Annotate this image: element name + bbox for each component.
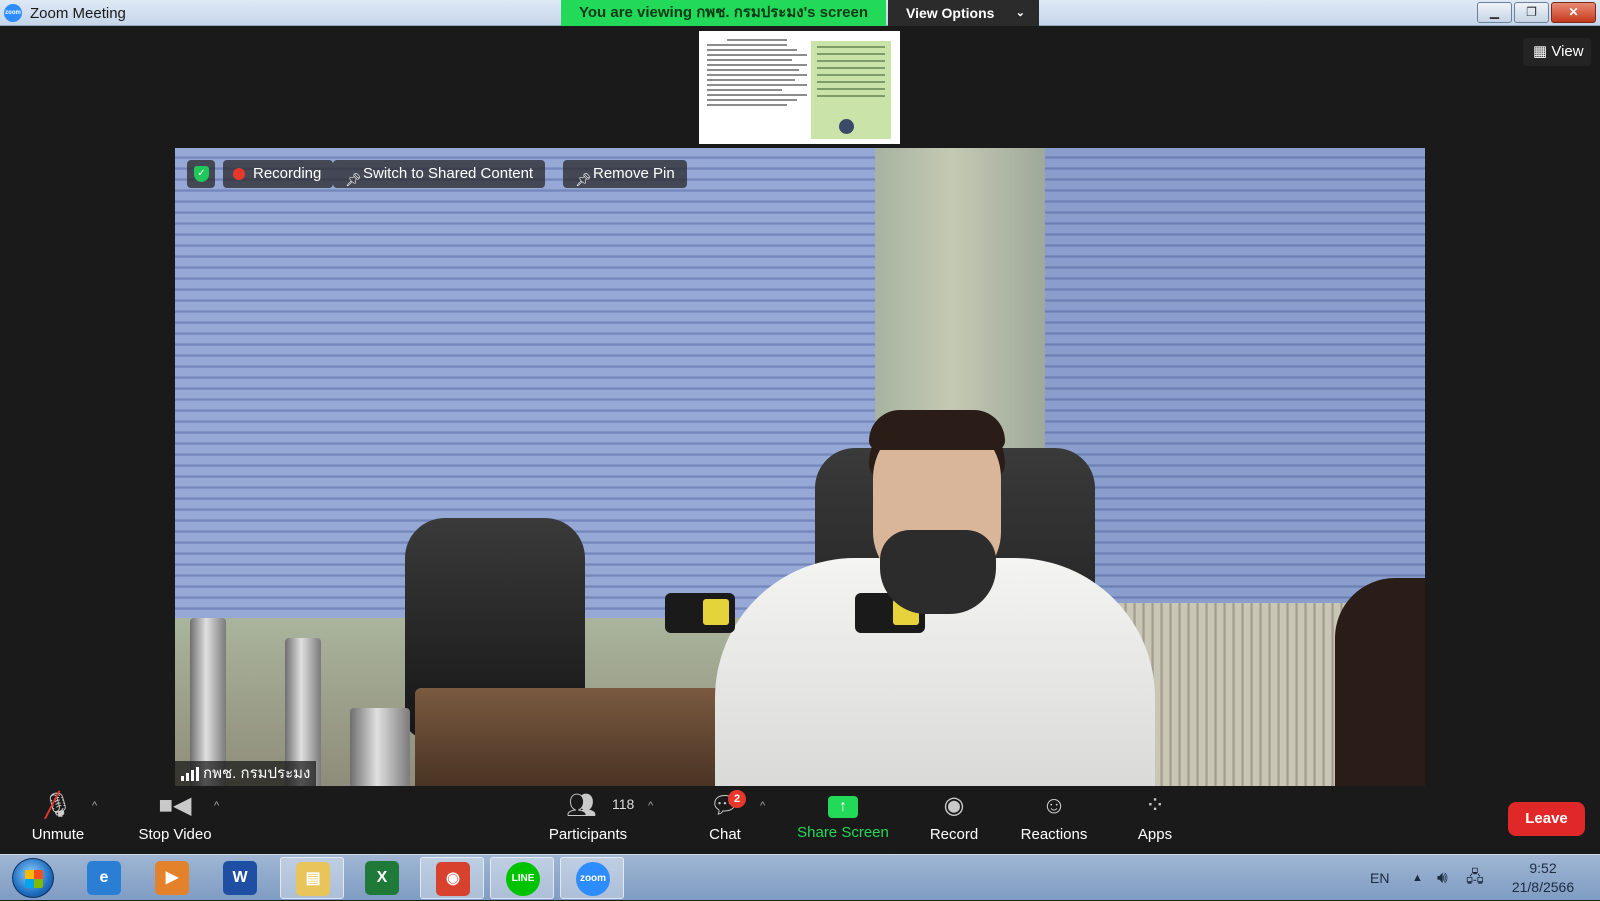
participants-button[interactable]: 👥︎ 118 Participants — [540, 786, 636, 854]
minimize-button[interactable]: ▁ — [1477, 2, 1512, 23]
chrome-icon: ◉ — [436, 862, 470, 896]
seal-icon — [839, 119, 854, 134]
taskbar-app-button[interactable]: e — [72, 857, 136, 899]
language-indicator[interactable]: EN — [1370, 855, 1389, 901]
show-hidden-icons-icon[interactable]: ▲ — [1412, 855, 1423, 901]
unmute-button[interactable]: 🎙︎ ╱ Unmute — [20, 786, 96, 854]
chat-button[interactable]: 💬︎ 2 Chat — [700, 786, 750, 854]
reactions-button[interactable]: ☺ Reactions — [1017, 786, 1091, 854]
share-screen-icon: ↑ — [828, 796, 858, 818]
zoom-logo-icon: zoom — [4, 4, 22, 22]
participants-caret-icon[interactable]: ^ — [648, 800, 653, 812]
clock-date: 21/8/2566 — [1511, 879, 1575, 895]
line-icon: LINE — [506, 862, 540, 896]
video-options-caret-icon[interactable]: ^ — [214, 800, 219, 812]
view-options-label: View Options — [906, 5, 995, 21]
share-screen-button[interactable]: ↑ Share Screen — [795, 786, 891, 854]
start-button[interactable] — [12, 858, 54, 898]
security-shield-icon: ✓ — [187, 160, 215, 188]
record-icon: ◉ — [943, 792, 965, 819]
remove-pin-button[interactable]: 📌︎ Remove Pin — [563, 160, 687, 188]
meeting-toolbar: 🎙︎ ╱ Unmute ^ ■◀ Stop Video ^ 👥︎ 118 Part… — [0, 786, 1600, 854]
shared-document-text — [707, 39, 807, 109]
internet-explorer-icon: e — [87, 861, 121, 895]
zoom-icon: zoom — [576, 862, 610, 896]
grid-icon: ▦ — [1533, 43, 1548, 60]
pin-icon: 📌︎ — [345, 172, 362, 187]
recording-dot-icon — [233, 168, 245, 180]
participants-count: 118 — [612, 796, 635, 812]
taskbar-app-button[interactable]: ▤ — [280, 857, 344, 899]
apps-button[interactable]: ⁘ Apps — [1130, 786, 1180, 854]
reactions-smiley-icon: ☺ — [1041, 792, 1067, 819]
restore-button[interactable]: ❐ — [1514, 2, 1549, 23]
clock-time: 9:52 — [1529, 860, 1557, 876]
signal-strength-icon — [181, 767, 199, 781]
chevron-down-icon: ⌄ — [1015, 7, 1025, 19]
view-label: View — [1551, 43, 1584, 60]
windows-logo-icon — [25, 870, 43, 888]
taskbar-app-button[interactable]: zoom — [560, 857, 624, 899]
windows-taskbar: e ▶ W ▤ X ◉ LINE zoom EN ▲ 🔊︎ 🖧︎ 9:52 21/8/2566 — [0, 854, 1600, 900]
network-icon[interactable]: 🖧︎ — [1466, 855, 1484, 901]
close-button[interactable]: ✕ — [1551, 2, 1596, 23]
leave-button[interactable]: Leave — [1508, 802, 1585, 836]
main-video[interactable] — [175, 148, 1425, 786]
taskbar-app-button[interactable]: ▶ — [140, 857, 204, 899]
pin-icon: 📌︎ — [575, 172, 592, 187]
taskbar-clock[interactable]: 9:52 21/8/2566 — [1498, 859, 1588, 897]
video-camera-icon: ■◀ — [158, 792, 192, 819]
view-button[interactable]: ▦ View — [1523, 38, 1591, 66]
shared-screen-thumbnail[interactable] — [699, 31, 900, 144]
taskbar-app-button[interactable]: LINE — [490, 857, 554, 899]
title-bar: zoom Zoom Meeting You are viewing กพช. ก… — [0, 0, 1600, 26]
word-icon: W — [223, 861, 257, 895]
participant-name-tag: กพช. กรมประมง — [175, 761, 317, 786]
file-explorer-icon: ▤ — [296, 862, 330, 896]
media-player-icon: ▶ — [155, 861, 189, 895]
muted-microphone-icon: 🎙︎ ╱ — [42, 792, 74, 819]
recording-indicator[interactable]: Recording — [223, 160, 334, 188]
chat-caret-icon[interactable]: ^ — [760, 800, 765, 812]
window-title: Zoom Meeting — [30, 5, 126, 22]
record-button[interactable]: ◉ Record — [922, 786, 986, 854]
taskbar-app-button[interactable]: W — [208, 857, 272, 899]
view-options-button[interactable]: View Options ⌄ — [888, 0, 1039, 26]
excel-icon: X — [365, 861, 399, 895]
chat-unread-badge: 2 — [728, 790, 746, 808]
taskbar-app-button[interactable]: ◉ — [420, 857, 484, 899]
switch-to-shared-content-button[interactable]: 📌︎ Switch to Shared Content — [333, 160, 546, 188]
stop-video-button[interactable]: ■◀ Stop Video — [130, 786, 220, 854]
apps-icon: ⁘ — [1144, 792, 1166, 819]
viewing-screen-banner: You are viewing กพช. กรมประมง's screen — [561, 0, 886, 26]
taskbar-app-button[interactable]: X — [350, 857, 414, 899]
audio-options-caret-icon[interactable]: ^ — [92, 800, 97, 812]
volume-icon[interactable]: 🔊︎ — [1437, 855, 1448, 901]
